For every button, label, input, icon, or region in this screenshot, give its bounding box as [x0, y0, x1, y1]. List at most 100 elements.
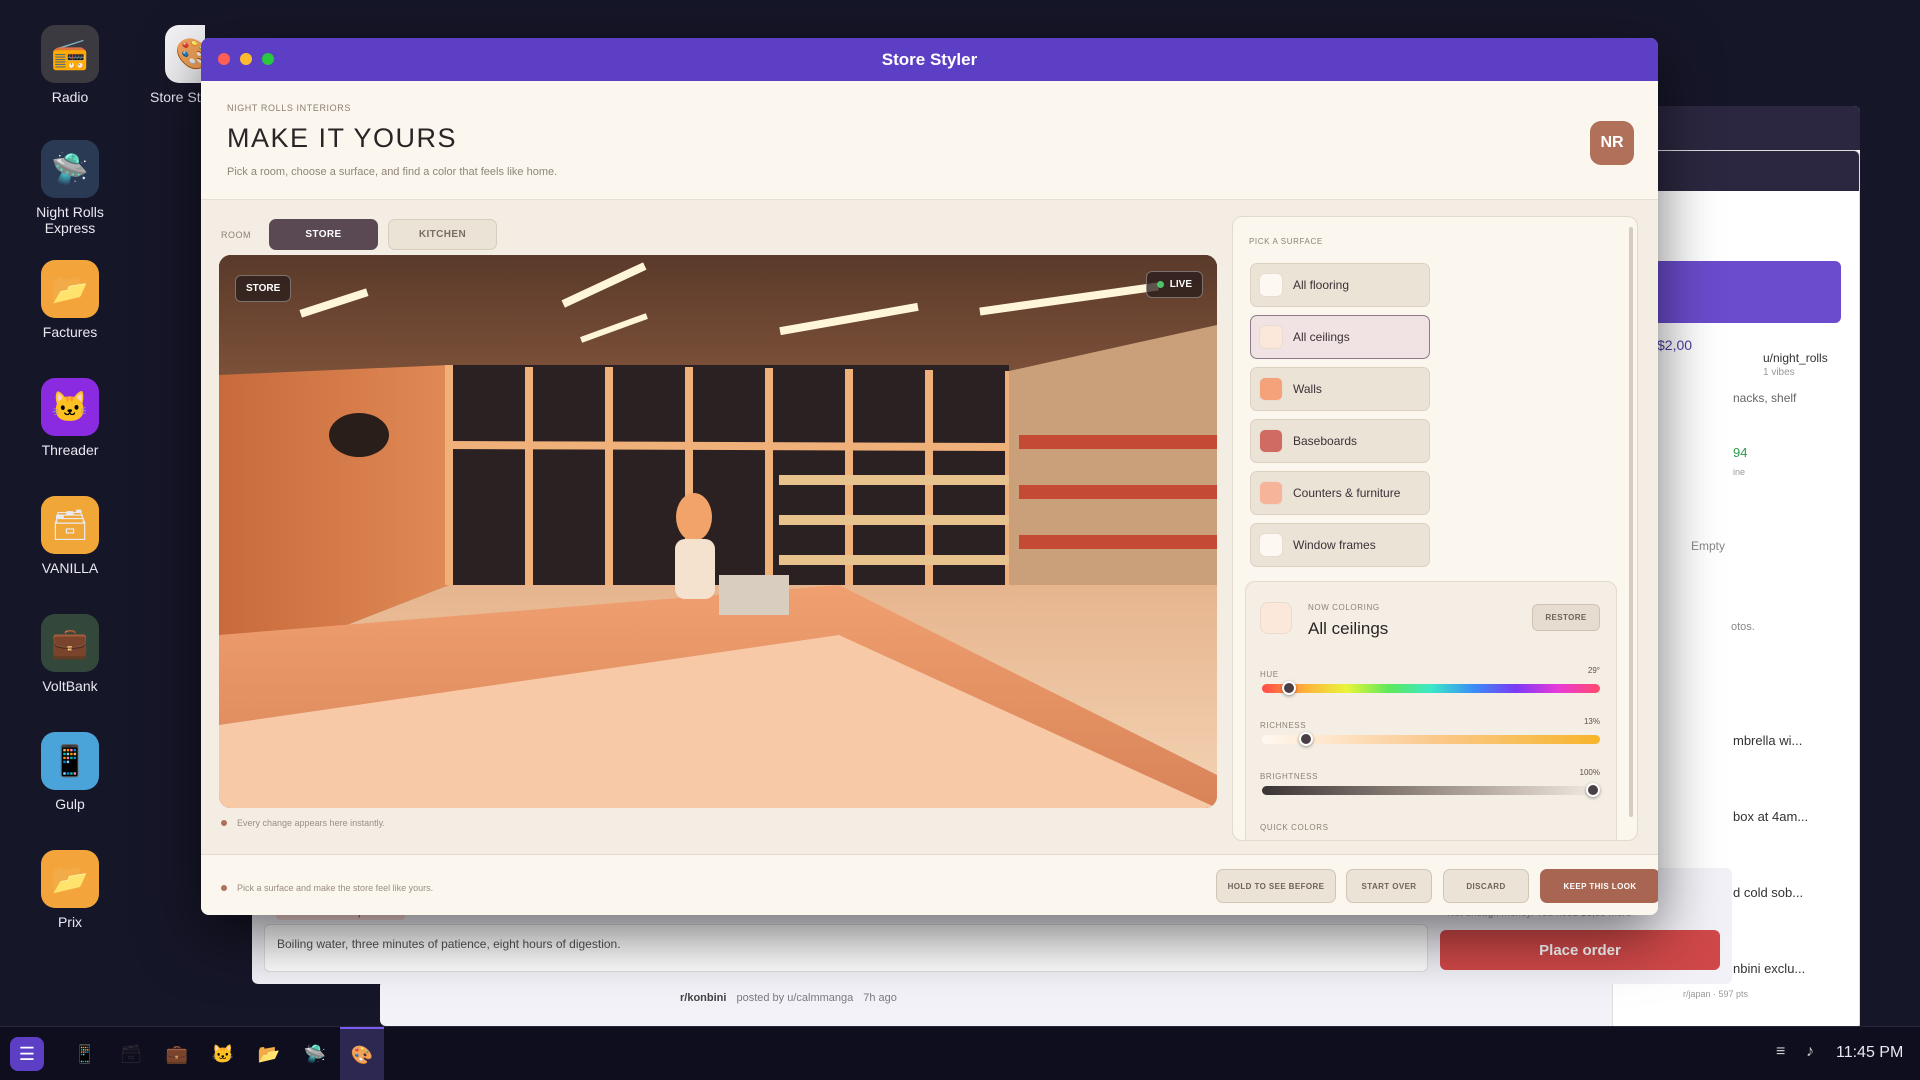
- vanilla-taskbar-icon[interactable]: 🗃: [114, 1037, 148, 1071]
- store-preview[interactable]: STORE LIVE: [219, 255, 1217, 808]
- start-over-button[interactable]: START OVER: [1346, 869, 1432, 903]
- notification-icon[interactable]: ≡: [1776, 1043, 1785, 1061]
- post-title[interactable]: d cold sob...: [1733, 885, 1803, 900]
- folder-icon: 📂: [41, 850, 99, 908]
- scene-room-tag: STORE: [235, 275, 292, 302]
- richness-slider[interactable]: [1262, 732, 1600, 746]
- desktop-icon-store-styler[interactable]: 🎨 Store St: [135, 25, 205, 105]
- footer-note: Pick a surface and make the store feel l…: [221, 883, 433, 893]
- clock[interactable]: 11:45 PM: [1836, 1044, 1903, 1062]
- post-title[interactable]: box at 4am...: [1733, 809, 1808, 824]
- keep-this-look-button[interactable]: KEEP THIS LOOK: [1540, 869, 1658, 903]
- hue-slider-handle[interactable]: [1282, 681, 1297, 695]
- brightness-value: 100%: [1579, 768, 1600, 777]
- threader-taskbar-icon[interactable]: 🐱: [206, 1037, 240, 1071]
- panel-scrollbar[interactable]: [1629, 227, 1633, 817]
- desktop-icon-label: Prix: [57, 914, 83, 930]
- room-label: ROOM: [221, 229, 251, 240]
- room-tab-store[interactable]: STORE: [269, 219, 378, 250]
- bullet-icon: [221, 885, 227, 891]
- empty-label: Empty: [1691, 539, 1726, 553]
- desktop-icon-threader[interactable]: 🐱 Threader: [15, 378, 125, 458]
- surface-label: Walls: [1293, 382, 1322, 396]
- color-swatch: [1259, 377, 1283, 401]
- desktop-icon-night-rolls-express[interactable]: 🛸 Night Rolls Express: [15, 140, 125, 236]
- hue-slider[interactable]: [1262, 681, 1600, 695]
- threader-icon: 🐱: [41, 378, 99, 436]
- store-styler-taskbar-icon[interactable]: 🎨: [340, 1027, 384, 1080]
- window-titlebar[interactable]: Store Styler: [201, 38, 1658, 81]
- start-menu-icon[interactable]: ☰: [10, 1037, 44, 1071]
- desktop-icon-gulp[interactable]: 📱 Gulp: [15, 732, 125, 812]
- username: u/night_rolls: [1763, 351, 1828, 365]
- pick-surface-label: PICK A SURFACE: [1249, 237, 1323, 246]
- radio-icon: 📻: [41, 25, 99, 83]
- footer-note-text: Pick a surface and make the store feel l…: [237, 883, 434, 893]
- surface-option-walls[interactable]: Walls: [1250, 367, 1430, 411]
- page-subtitle: Pick a room, choose a surface, and find …: [227, 166, 558, 178]
- live-indicator: LIVE: [1145, 271, 1203, 298]
- green-number: 94: [1733, 445, 1748, 460]
- post-title[interactable]: nbini exclu...: [1733, 961, 1805, 976]
- purple-banner: [1653, 261, 1841, 323]
- folder-taskbar-icon[interactable]: 📂: [252, 1037, 286, 1071]
- surface-label: Window frames: [1293, 538, 1376, 552]
- color-swatch: [1259, 273, 1283, 297]
- hue-label: HUE: [1260, 670, 1279, 679]
- music-note-icon[interactable]: ♪: [1806, 1043, 1814, 1061]
- brightness-label: BRIGHTNESS: [1260, 772, 1319, 781]
- desktop-icon-label: VoltBank: [42, 678, 98, 694]
- snippet-text: nacks, shelf: [1733, 391, 1797, 405]
- color-swatch: [1259, 429, 1283, 453]
- surface-label: Baseboards: [1293, 434, 1358, 448]
- window-title: Store Styler: [881, 49, 978, 69]
- post-time: 7h ago: [863, 992, 897, 1004]
- restore-button[interactable]: RESTORE: [1532, 604, 1600, 631]
- surface-option-counters[interactable]: Counters & furniture: [1250, 471, 1430, 515]
- close-button[interactable]: [218, 53, 230, 65]
- price-chip: $2,00: [1657, 337, 1693, 353]
- desktop-icon-label: Gulp: [55, 796, 85, 812]
- preview-note-text: Every change appears here instantly.: [237, 818, 385, 828]
- discard-button[interactable]: DISCARD: [1443, 869, 1529, 903]
- desktop-icon-voltbank[interactable]: 💼 VoltBank: [15, 614, 125, 694]
- maximize-button[interactable]: [262, 53, 274, 65]
- surface-option-flooring[interactable]: All flooring: [1250, 263, 1430, 307]
- surface-label: All flooring: [1293, 278, 1350, 292]
- hold-to-see-before-button[interactable]: HOLD TO SEE BEFORE: [1216, 869, 1336, 903]
- surface-option-window-frames[interactable]: Window frames: [1250, 523, 1430, 567]
- live-dot-icon: [1156, 281, 1164, 288]
- phone-chat-icon: 📱: [41, 732, 99, 790]
- surface-label: All ceilings: [1293, 330, 1350, 344]
- desktop-icon-label: Store St: [150, 89, 201, 105]
- surface-option-ceilings[interactable]: All ceilings: [1250, 315, 1430, 359]
- desktop-icon-label: Factures: [42, 324, 98, 340]
- desktop-icon-vanilla[interactable]: 🗃 VANILLA: [15, 496, 125, 576]
- desktop-icon-factures[interactable]: 📂 Factures: [15, 260, 125, 340]
- post-title[interactable]: mbrella wi...: [1733, 733, 1802, 748]
- folder-icon: 📂: [41, 260, 99, 318]
- surface-panel: PICK A SURFACE All flooring All ceilings…: [1232, 216, 1638, 841]
- desktop-icon-radio[interactable]: 📻 Radio: [15, 25, 125, 105]
- minimize-button[interactable]: [240, 53, 252, 65]
- drone-taskbar-icon[interactable]: 🛸: [298, 1037, 332, 1071]
- brightness-slider[interactable]: [1262, 783, 1600, 797]
- gulp-taskbar-icon[interactable]: 📱: [68, 1037, 102, 1071]
- voltbank-taskbar-icon[interactable]: 💼: [160, 1037, 194, 1071]
- desktop-icon-prix[interactable]: 📂 Prix: [15, 850, 125, 930]
- window-controls: [218, 53, 274, 65]
- richness-slider-handle[interactable]: [1298, 732, 1313, 746]
- brightness-slider-handle[interactable]: [1586, 783, 1600, 797]
- color-editor: NOW COLORING All ceilings RESTORE HUE 29…: [1245, 581, 1617, 840]
- post-meta: r/japan · 597 pts: [1683, 989, 1749, 999]
- room-tab-kitchen[interactable]: KITCHEN: [388, 219, 497, 250]
- richness-value: 13%: [1583, 717, 1600, 726]
- avatar[interactable]: NR: [1590, 121, 1634, 165]
- color-swatch: [1259, 325, 1283, 349]
- store-styler-window[interactable]: Store Styler NIGHT ROLLS INTERIORS MAKE …: [201, 38, 1658, 915]
- richness-label: RICHNESS: [1260, 721, 1307, 730]
- surface-option-baseboards[interactable]: Baseboards: [1250, 419, 1430, 463]
- place-order-button[interactable]: Place order: [1440, 930, 1720, 970]
- paint-bucket-icon: 🎨: [165, 25, 205, 83]
- description-box: Boiling water, three minutes of patience…: [264, 924, 1428, 972]
